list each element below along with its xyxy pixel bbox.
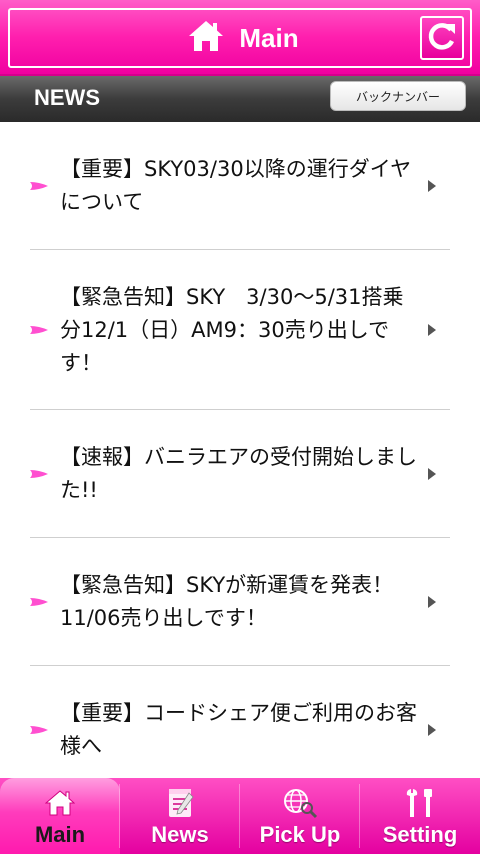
- tab-label: Setting: [382, 822, 458, 847]
- tab-label: News: [151, 822, 209, 847]
- news-item[interactable]: 【重要】コードシェア便ご利用のお客様へ: [0, 666, 480, 778]
- news-section-title: NEWS: [34, 85, 100, 110]
- news-item-text: 【重要】SKY03/30以降の運行ダイヤについて: [60, 157, 412, 214]
- tab-main[interactable]: Main: [0, 778, 120, 854]
- refresh-button[interactable]: [420, 16, 464, 60]
- news-item-text: 【重要】コードシェア便ご利用のお客様へ: [60, 701, 417, 758]
- pink-bullet-icon: [30, 726, 48, 734]
- tab-label: Main: [34, 822, 86, 847]
- header-title-group: Main: [187, 19, 299, 57]
- news-item[interactable]: 【緊急告知】SKY 3/30～5/31搭乗分12/1（日）AM9：30売り出しで…: [0, 250, 480, 410]
- chevron-right-icon: [428, 596, 436, 608]
- home-icon: [187, 19, 225, 57]
- pink-bullet-icon: [30, 182, 48, 190]
- tab-label: Pick Up: [259, 822, 341, 847]
- tab-news[interactable]: News: [120, 778, 240, 854]
- chevron-right-icon: [428, 324, 436, 336]
- app-header: Main: [0, 0, 480, 76]
- news-item-text: 【速報】バニラエアの受付開始しました!!: [60, 445, 417, 502]
- pink-bullet-icon: [30, 598, 48, 606]
- home-icon: [42, 786, 78, 820]
- refresh-icon: [427, 21, 457, 55]
- header-frame: Main: [8, 8, 472, 68]
- news-item[interactable]: 【緊急告知】SKYが新運賃を発表！11/06売り出しです！: [0, 538, 480, 666]
- bottom-tab-bar: Main News Pick Up Setting: [0, 778, 480, 854]
- news-item-text: 【緊急告知】SKYが新運賃を発表！11/06売り出しです！: [60, 573, 394, 630]
- news-item-text: 【緊急告知】SKY 3/30～5/31搭乗分12/1（日）AM9：30売り出しで…: [60, 284, 404, 375]
- chevron-right-icon: [428, 468, 436, 480]
- tab-pickup[interactable]: Pick Up: [240, 778, 360, 854]
- tab-setting[interactable]: Setting: [360, 778, 480, 854]
- notepad-icon: [162, 786, 198, 820]
- backnumber-button[interactable]: バックナンバー: [330, 81, 466, 111]
- news-item[interactable]: 【速報】バニラエアの受付開始しました!!: [0, 410, 480, 538]
- tools-icon: [402, 786, 438, 820]
- chevron-right-icon: [428, 180, 436, 192]
- pink-bullet-icon: [30, 470, 48, 478]
- pink-bullet-icon: [30, 326, 48, 334]
- page-title: Main: [239, 22, 299, 53]
- news-list: 【重要】SKY03/30以降の運行ダイヤについて 【緊急告知】SKY 3/30～…: [0, 122, 480, 778]
- news-section-bar: NEWS バックナンバー: [0, 76, 480, 122]
- chevron-right-icon: [428, 724, 436, 736]
- news-item[interactable]: 【重要】SKY03/30以降の運行ダイヤについて: [0, 122, 480, 250]
- globe-search-icon: [282, 786, 318, 820]
